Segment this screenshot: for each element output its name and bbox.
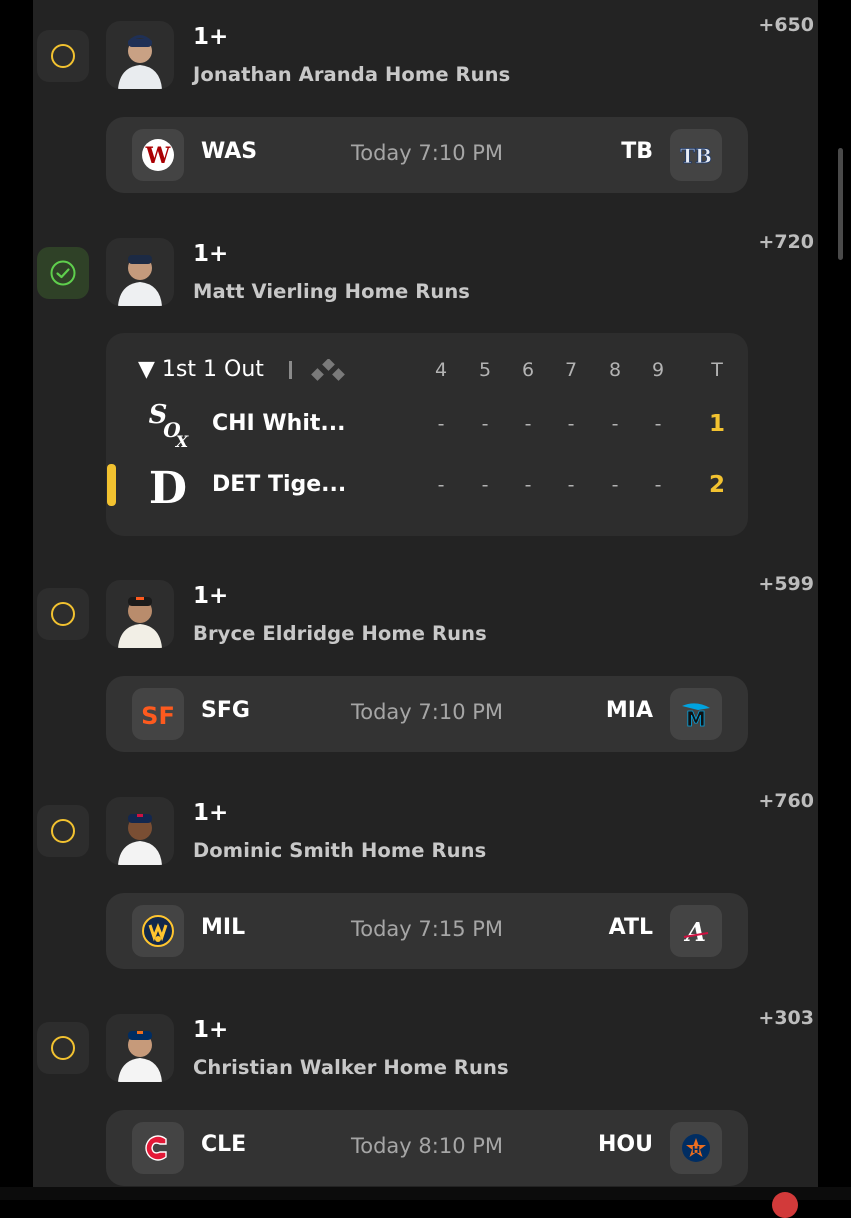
leg-status-toggle[interactable] [37,1022,89,1074]
astros-logo-icon: H [670,1122,722,1174]
away-team-name: CHI Whit... [212,411,346,436]
game-card[interactable]: MIL Today 7:15 PM ATL A [106,893,748,969]
leg-market: Jonathan Aranda Home Runs [193,63,511,86]
pending-circle-icon [51,819,75,843]
inning-col-4: 4 [434,359,448,381]
home-team-abbr: HOU [598,1132,653,1157]
team-total-runs: 1 [708,411,725,437]
leg-odds: +650 [758,14,814,36]
pending-circle-icon [51,602,75,626]
total-col: T [711,359,723,381]
inning-score: - [654,474,662,496]
inning-score: - [481,474,489,496]
leg-odds: +303 [758,1007,814,1029]
pending-circle-icon [51,44,75,68]
inning-score: - [437,474,445,496]
player-headshot-icon [106,580,174,648]
player-headshot-icon [106,238,174,306]
batting-indicator [107,464,116,506]
home-team-abbr: TB [621,139,653,164]
team-total-runs: 2 [708,472,725,498]
inning-score: - [611,413,619,435]
player-headshot-icon [106,797,174,865]
outs-label: 1 Out [203,357,264,382]
pending-circle-icon [51,1036,75,1060]
leg-market: Dominic Smith Home Runs [193,839,487,862]
inning-score: - [611,474,619,496]
game-card[interactable]: W WAS Today 7:10 PM TB TB [106,117,748,193]
leg-line-label: 1+ [193,583,229,609]
live-scoreboard[interactable]: ▼ 1st 1 Out 4 5 6 7 8 9 T SOX CHI Whit..… [106,333,748,536]
braves-logo-icon: A [670,905,722,957]
inning-score: - [567,474,575,496]
game-card[interactable]: SF SFG Today 7:10 PM MIA M [106,676,748,752]
leg-status-toggle[interactable] [37,247,89,299]
leg-odds: +760 [758,790,814,812]
leg-odds: +720 [758,231,814,253]
leg-market: Matt Vierling Home Runs [193,280,471,303]
bottom-bar [0,1187,851,1200]
scrollbar-thumb[interactable] [838,148,843,260]
inning-col-9: 9 [651,359,665,381]
inning-col-7: 7 [564,359,578,381]
player-headshot-icon [106,21,174,89]
home-team-abbr: MIA [605,698,653,723]
inning-score: - [654,413,662,435]
tigers-logo-icon: D [146,457,190,517]
svg-text:TB: TB [680,144,712,168]
inning-score: - [437,413,445,435]
collapse-triangle-icon: ▼ [138,357,155,382]
home-team-name: DET Tige... [212,472,347,497]
white-sox-logo-icon: SOX [146,397,190,453]
svg-text:H: H [692,1145,700,1156]
leg-line-label: 1+ [193,800,229,826]
home-team-abbr: ATL [608,915,653,940]
player-headshot-icon [106,1014,174,1082]
marlins-logo-icon: M [670,688,722,740]
leg-odds: +599 [758,573,814,595]
leg-status-toggle[interactable] [37,805,89,857]
leg-market: Bryce Eldridge Home Runs [193,622,487,645]
won-check-icon [50,260,76,286]
inning-col-5: 5 [478,359,492,381]
svg-text:D: D [149,463,187,513]
base-diamond-icon [311,359,345,381]
inning-score: - [567,413,575,435]
rays-logo-icon: TB [670,129,722,181]
inning-score: - [481,413,489,435]
inning-score: - [524,413,532,435]
game-card[interactable]: CLE Today 8:10 PM HOU H [106,1110,748,1186]
leg-line-label: 1+ [193,241,229,267]
inning-label: 1st [161,357,197,382]
leg-status-toggle[interactable] [37,588,89,640]
divider [289,361,292,379]
leg-line-label: 1+ [193,24,229,50]
leg-status-toggle[interactable] [37,30,89,82]
inning-col-6: 6 [521,359,535,381]
svg-text:X: X [175,432,189,449]
inning-status[interactable]: ▼ 1st 1 Out [138,357,264,382]
notification-dot[interactable] [772,1192,798,1218]
leg-line-label: 1+ [193,1017,229,1043]
inning-score: - [524,474,532,496]
leg-market: Christian Walker Home Runs [193,1056,509,1079]
inning-col-8: 8 [608,359,622,381]
svg-text:M: M [686,707,706,731]
